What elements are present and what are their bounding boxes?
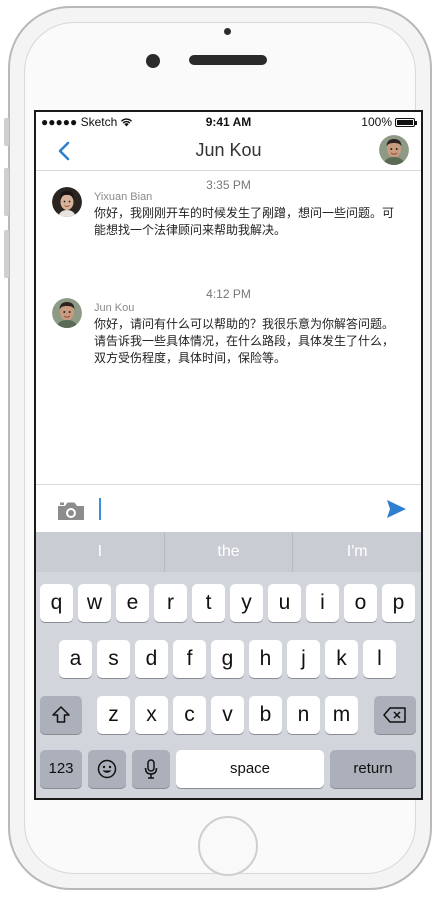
suggestion-item[interactable]: the: [165, 532, 294, 572]
sender-avatar[interactable]: [52, 187, 82, 217]
key-p[interactable]: p: [382, 584, 415, 622]
microphone-key[interactable]: [132, 750, 170, 788]
key-r[interactable]: r: [154, 584, 187, 622]
key-n[interactable]: n: [287, 696, 320, 734]
suggestion-item[interactable]: I: [36, 532, 165, 572]
sender-avatar[interactable]: [52, 298, 82, 328]
key-i[interactable]: i: [306, 584, 339, 622]
shift-icon: [52, 706, 70, 723]
emoji-key[interactable]: [88, 750, 126, 788]
key-q[interactable]: q: [40, 584, 73, 622]
key-l[interactable]: l: [363, 640, 396, 678]
proximity-sensor: [224, 28, 231, 35]
emoji-icon: [97, 759, 117, 779]
earpiece-speaker: [189, 55, 267, 65]
key-u[interactable]: u: [268, 584, 301, 622]
backspace-key[interactable]: [374, 696, 416, 734]
key-z[interactable]: z: [97, 696, 130, 734]
key-t[interactable]: t: [192, 584, 225, 622]
space-key[interactable]: space: [176, 750, 324, 788]
screen: ●●●●● Sketch 9:41 AM 100% Jun Kou 3:35 P…: [34, 110, 423, 800]
page-title: Jun Kou: [195, 140, 262, 160]
return-key[interactable]: return: [330, 750, 416, 788]
camera-icon[interactable]: [56, 500, 86, 522]
status-bar: ●●●●● Sketch 9:41 AM 100%: [36, 112, 421, 132]
keyboard: I the I'm q w e r t y u i o p a s d f g …: [36, 532, 421, 798]
key-d[interactable]: d: [135, 640, 168, 678]
message-text: 你好，请问有什么可以帮助的？我很乐意为你解答问题。请告诉我一些具体情况，在什么路…: [94, 317, 395, 365]
key-c[interactable]: c: [173, 696, 206, 734]
contact-avatar[interactable]: [379, 135, 409, 165]
key-b[interactable]: b: [249, 696, 282, 734]
message-input[interactable]: [99, 498, 101, 520]
send-icon[interactable]: [385, 498, 407, 520]
key-e[interactable]: e: [116, 584, 149, 622]
key-k[interactable]: k: [325, 640, 358, 678]
battery-percent: 100%: [361, 115, 392, 129]
key-x[interactable]: x: [135, 696, 168, 734]
suggestion-bar: I the I'm: [36, 532, 421, 572]
message-input-bar: [36, 484, 421, 533]
volume-down-button: [4, 230, 9, 278]
front-camera: [146, 54, 160, 68]
home-button[interactable]: [198, 816, 258, 876]
key-a[interactable]: a: [59, 640, 92, 678]
nav-bar: Jun Kou: [36, 132, 421, 171]
message-text: 你好，我刚刚开车的时候发生了剐蹭，想问一些问题。可能想找一个法律顾问来帮助我解决…: [94, 206, 395, 237]
silent-switch: [4, 118, 9, 146]
key-g[interactable]: g: [211, 640, 244, 678]
shift-key[interactable]: [40, 696, 82, 734]
microphone-icon: [144, 759, 158, 779]
key-v[interactable]: v: [211, 696, 244, 734]
message-item: Yixuan Bian 你好，我刚刚开车的时候发生了剐蹭，想问一些问题。可能想找…: [52, 187, 405, 257]
sender-name: Jun Kou: [94, 302, 135, 314]
suggestion-item[interactable]: I'm: [293, 532, 421, 572]
sender-name: Yixuan Bian: [94, 191, 153, 203]
key-h[interactable]: h: [249, 640, 282, 678]
numbers-key[interactable]: 123: [40, 750, 82, 788]
message-item: Jun Kou 你好，请问有什么可以帮助的？我很乐意为你解答问题。请告诉我一些具…: [52, 298, 405, 388]
key-m[interactable]: m: [325, 696, 358, 734]
battery-icon: [395, 117, 417, 127]
volume-up-button: [4, 168, 9, 216]
backspace-icon: [383, 707, 406, 723]
key-y[interactable]: y: [230, 584, 263, 622]
key-f[interactable]: f: [173, 640, 206, 678]
key-o[interactable]: o: [344, 584, 377, 622]
key-w[interactable]: w: [78, 584, 111, 622]
key-j[interactable]: j: [287, 640, 320, 678]
key-s[interactable]: s: [97, 640, 130, 678]
